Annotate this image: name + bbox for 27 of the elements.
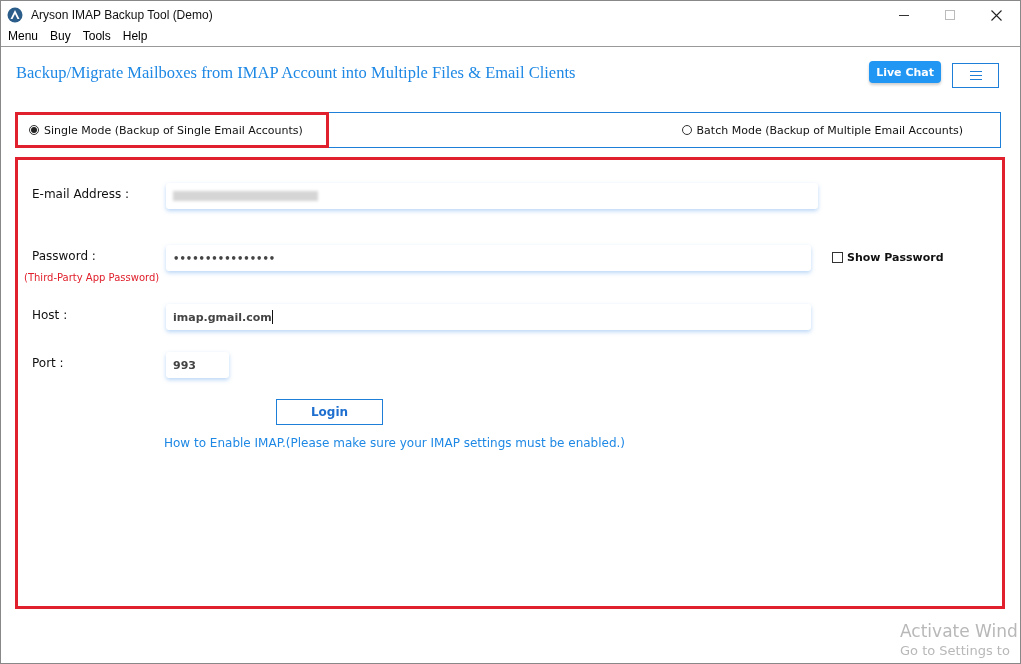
window-title: Aryson IMAP Backup Tool (Demo) <box>31 8 213 22</box>
mode-radio[interactable]: Single Mode (Backup of Single Email Accounts) <box>15 112 329 148</box>
menu-icon <box>969 71 982 80</box>
host-field[interactable]: imap.gmail.com <box>166 304 811 330</box>
help-link[interactable]: How to Enable IMAP.(Please make sure your IMAP settings must be enabled.) <box>164 436 626 450</box>
minimize-icon[interactable] <box>899 14 909 16</box>
activation-hint: Go to Settings to <box>900 643 1011 658</box>
mode-radio[interactable]: Batch Mode (Backup of Multiple Email Accounts) <box>667 113 1000 147</box>
field-label: Host : <box>32 308 68 322</box>
field-label: Password : <box>32 249 96 263</box>
show-password-checkbox[interactable]: Show Password <box>832 250 944 264</box>
port-field[interactable]: 993 <box>166 352 229 378</box>
menu-button[interactable] <box>952 63 999 88</box>
menu-item[interactable]: Menu <box>8 29 39 43</box>
field-label: E-mail Address : <box>32 187 130 201</box>
menu-item[interactable]: Buy <box>50 29 71 43</box>
app-heading: Backup/Migrate Mailboxes from IMAP Account into Multiple Files & Email Clients <box>16 63 576 83</box>
password-note: (Third-Party App Password) <box>24 272 160 283</box>
email-field[interactable] <box>166 183 818 209</box>
password-field[interactable]: •••••••••••••••• <box>166 245 811 271</box>
menu-item[interactable]: Tools <box>82 29 111 43</box>
field-label: Port : <box>32 356 64 370</box>
close-icon[interactable] <box>991 9 1002 21</box>
app-logo-icon <box>7 7 23 23</box>
activation-notice: Activate Wind <box>900 621 1018 641</box>
menu-item[interactable]: Help <box>122 29 148 43</box>
login-button[interactable]: Login <box>276 399 383 425</box>
